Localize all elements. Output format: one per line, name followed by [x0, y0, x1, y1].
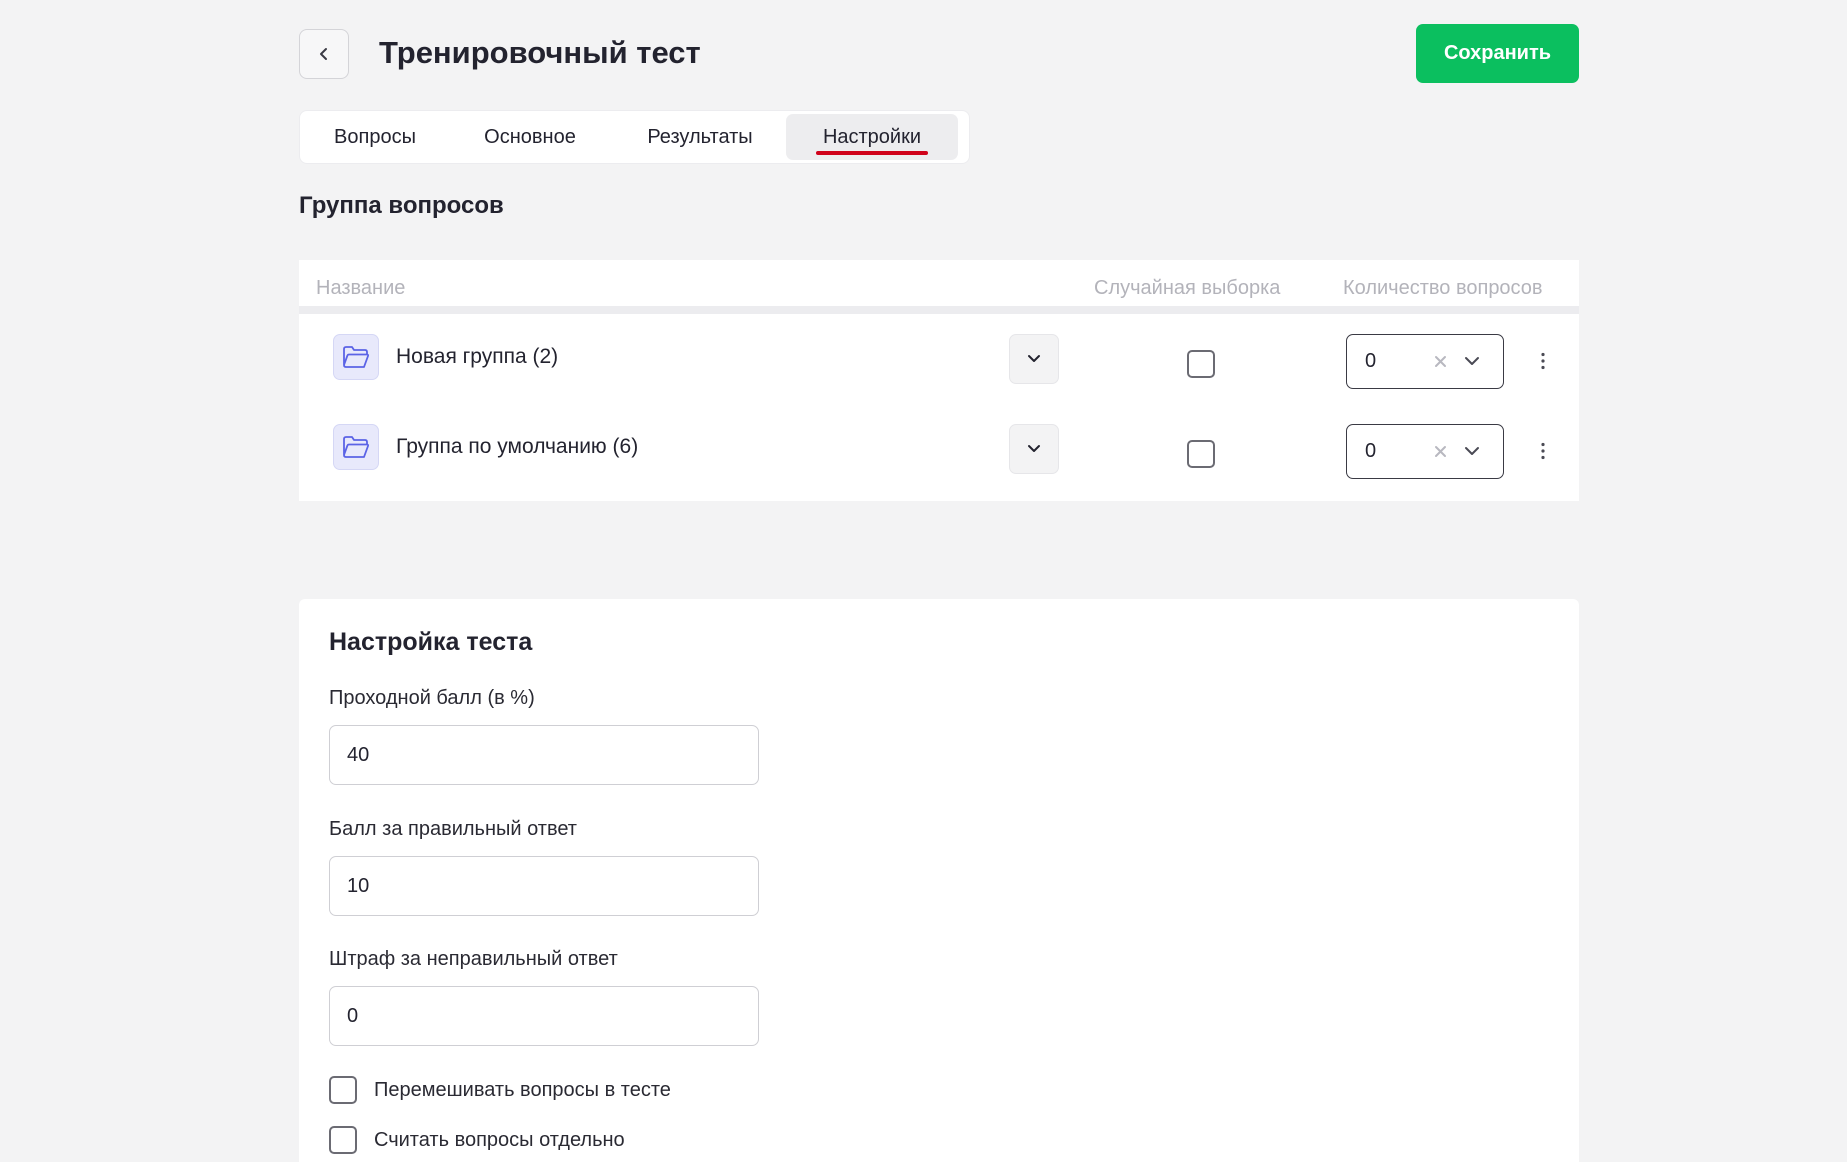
question-count-value: 0	[1365, 350, 1377, 372]
correct-score-input[interactable]	[329, 856, 759, 916]
page: Тренировочный тест Сохранить Вопросы Осн…	[0, 0, 1847, 1162]
groups-section-title: Группа вопросов	[299, 192, 504, 219]
random-selection-checkbox[interactable]	[1187, 350, 1215, 378]
settings-title: Настройка теста	[329, 628, 533, 656]
penalty-label: Штраф за неправильный ответ	[329, 948, 618, 970]
question-count-select[interactable]: 0	[1346, 424, 1504, 479]
shuffle-questions-label: Перемешивать вопросы в тесте	[374, 1078, 671, 1101]
chevron-left-icon	[320, 48, 327, 60]
tab-bar: Вопросы Основное Результаты Настройки	[299, 110, 970, 164]
chevron-down-icon	[1028, 355, 1040, 362]
column-header-random: Случайная выборка	[1094, 277, 1281, 299]
folder-icon	[333, 424, 379, 470]
table-row: Новая группа (2) 0	[299, 322, 1579, 412]
tab-main[interactable]: Основное	[446, 114, 614, 160]
more-options-icon[interactable]	[1535, 346, 1551, 376]
clear-icon[interactable]	[1432, 350, 1450, 374]
shuffle-questions-checkbox[interactable]	[329, 1076, 357, 1104]
tab-label: Вопросы	[334, 125, 416, 148]
tab-settings[interactable]: Настройки	[786, 114, 958, 160]
table-row: Группа по умолчанию (6) 0	[299, 412, 1579, 502]
expand-group-button[interactable]	[1009, 424, 1059, 474]
test-settings-card: Настройка теста Проходной балл (в %) Бал…	[299, 599, 1579, 1162]
chevron-down-icon	[1028, 445, 1040, 452]
chevron-down-icon	[1465, 357, 1479, 365]
question-count-value: 0	[1365, 440, 1377, 462]
random-selection-checkbox[interactable]	[1187, 440, 1215, 468]
back-button[interactable]	[299, 29, 349, 79]
active-tab-indicator	[816, 151, 928, 155]
group-name[interactable]: Новая группа (2)	[396, 345, 558, 369]
pass-score-label: Проходной балл (в %)	[329, 687, 535, 709]
groups-table: Название Случайная выборка Количество во…	[299, 260, 1579, 501]
shuffle-questions-option[interactable]: Перемешивать вопросы в тесте	[329, 1076, 671, 1104]
tab-label: Результаты	[647, 125, 753, 148]
column-header-count: Количество вопросов	[1343, 277, 1543, 299]
table-header: Название Случайная выборка Количество во…	[299, 260, 1579, 314]
count-separately-label: Считать вопросы отдельно	[374, 1128, 625, 1151]
more-options-icon[interactable]	[1535, 436, 1551, 466]
count-separately-option[interactable]: Считать вопросы отдельно	[329, 1126, 625, 1154]
column-header-name: Название	[316, 277, 406, 299]
page-title: Тренировочный тест	[379, 35, 701, 70]
tab-results[interactable]: Результаты	[614, 114, 786, 160]
correct-score-label: Балл за правильный ответ	[329, 818, 577, 840]
tab-label: Настройки	[822, 125, 922, 148]
penalty-input[interactable]	[329, 986, 759, 1046]
save-button[interactable]: Сохранить	[1416, 24, 1579, 83]
pass-score-input[interactable]	[329, 725, 759, 785]
expand-group-button[interactable]	[1009, 334, 1059, 384]
folder-icon	[333, 334, 379, 380]
question-count-select[interactable]: 0	[1346, 334, 1504, 389]
clear-icon[interactable]	[1432, 440, 1450, 464]
tab-questions[interactable]: Вопросы	[304, 114, 446, 160]
chevron-down-icon	[1465, 447, 1479, 455]
tab-label: Основное	[484, 125, 576, 148]
count-separately-checkbox[interactable]	[329, 1126, 357, 1154]
group-name[interactable]: Группа по умолчанию (6)	[396, 435, 638, 459]
